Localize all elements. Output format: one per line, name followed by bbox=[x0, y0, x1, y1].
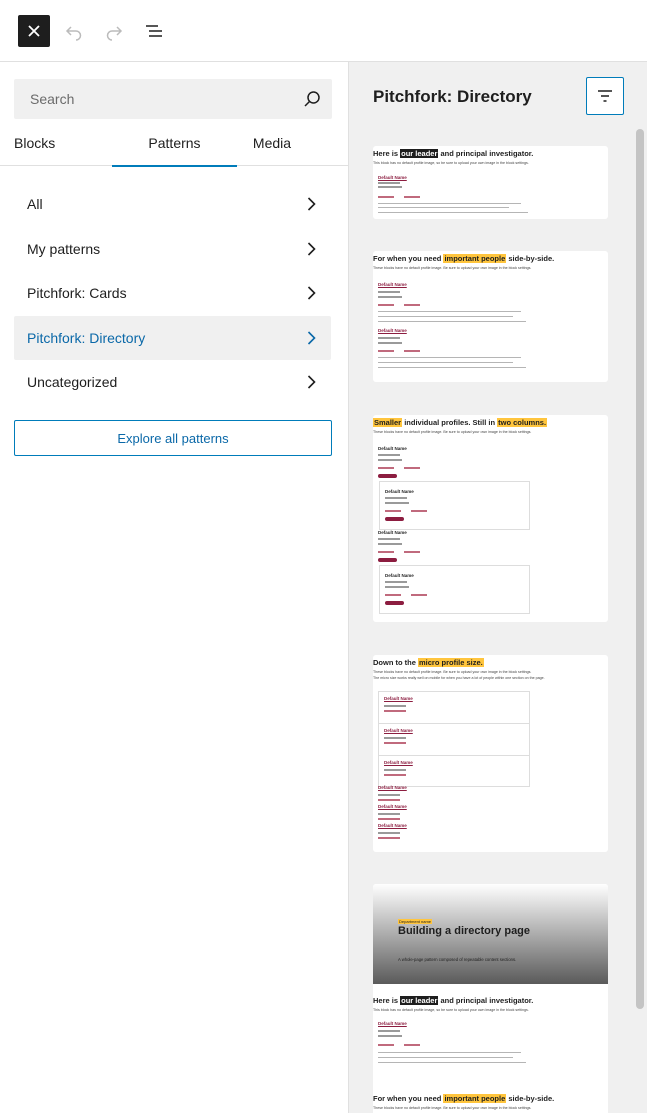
pattern-description: These blocks have no default profile ima… bbox=[373, 670, 532, 674]
undo-icon bbox=[65, 26, 82, 41]
pattern-description: This block has no default profile image,… bbox=[373, 1008, 529, 1012]
tab-blocks[interactable]: Blocks bbox=[0, 128, 112, 166]
pattern-description: These blocks have no default profile ima… bbox=[373, 1106, 532, 1110]
category-label: Pitchfork: Cards bbox=[27, 285, 127, 301]
chevron-right-icon bbox=[307, 330, 316, 345]
editor-toolbar bbox=[0, 0, 647, 62]
pattern-heading: Here is our leader and principal investi… bbox=[373, 149, 534, 158]
pattern-description: The micro size works really well on mobi… bbox=[373, 676, 545, 680]
profile-name: Default Name bbox=[378, 785, 407, 790]
tab-media[interactable]: Media bbox=[237, 128, 307, 166]
search-field[interactable] bbox=[14, 79, 332, 119]
category-title: Pitchfork: Directory bbox=[373, 87, 532, 106]
category-label: My patterns bbox=[27, 240, 101, 257]
filter-icon bbox=[598, 90, 612, 102]
profile-name: Default Name bbox=[378, 530, 407, 535]
category-item-uncategorized[interactable]: Uncategorized bbox=[14, 360, 331, 404]
profile-name: Default Name bbox=[378, 446, 407, 451]
chevron-right-icon bbox=[307, 286, 316, 300]
inserter-tabs: Blocks Patterns Media bbox=[0, 128, 348, 167]
pattern-heading: For when you need important people side-… bbox=[373, 254, 555, 263]
pattern-description: These blocks have no default profile ima… bbox=[373, 430, 532, 434]
chevron-right-icon bbox=[307, 241, 316, 256]
profile-name: Default Name bbox=[378, 328, 407, 333]
pattern-heading: Down to the micro profile size. bbox=[373, 658, 484, 667]
profile-name: Default Name bbox=[384, 728, 413, 733]
redo-icon bbox=[106, 26, 123, 41]
profile-name: Default Name bbox=[385, 573, 414, 578]
scrollbar[interactable] bbox=[636, 129, 644, 1009]
list-view-button[interactable] bbox=[138, 15, 170, 47]
pattern-description: These blocks have no default profile ima… bbox=[373, 266, 532, 270]
profile-name: Default Name bbox=[378, 1021, 407, 1026]
pattern-preview-panel: Pitchfork: Directory Here is our leader … bbox=[349, 62, 647, 1113]
chevron-right-icon bbox=[307, 375, 316, 389]
category-label: Uncategorized bbox=[27, 374, 118, 390]
pattern-card[interactable]: Smaller individual profiles. Still in tw… bbox=[373, 415, 608, 622]
hero-description: A whole-page pattern composed of repeata… bbox=[398, 957, 517, 962]
category-item-pitchfork-cards[interactable]: Pitchfork: Cards bbox=[14, 271, 331, 315]
profile-name: Default Name bbox=[378, 823, 407, 828]
hero-tag: Department name bbox=[398, 919, 433, 924]
pattern-card[interactable]: Here is our leader and principal investi… bbox=[373, 146, 608, 219]
chevron-right-icon bbox=[307, 197, 316, 211]
pattern-description: This block has no default profile image,… bbox=[373, 161, 529, 165]
profile-name: Default Name bbox=[378, 175, 407, 180]
tab-patterns[interactable]: Patterns bbox=[112, 128, 237, 167]
category-label: All bbox=[27, 196, 43, 212]
pattern-card[interactable]: For when you need important people side-… bbox=[373, 251, 608, 382]
pattern-heading: Smaller individual profiles. Still in tw… bbox=[373, 418, 548, 427]
category-item-my-patterns[interactable]: My patterns bbox=[14, 227, 331, 271]
redo-button[interactable] bbox=[98, 15, 130, 47]
profile-name: Default Name bbox=[378, 282, 407, 287]
pattern-category-list: All My patterns Pitchfork: Cards Pitchfo… bbox=[14, 182, 331, 405]
explore-all-patterns-button[interactable]: Explore all patterns bbox=[14, 420, 332, 456]
pattern-card[interactable]: Down to the micro profile size. These bl… bbox=[373, 655, 608, 852]
undo-button[interactable] bbox=[58, 15, 90, 47]
category-label: Pitchfork: Directory bbox=[27, 329, 146, 346]
filter-button[interactable] bbox=[586, 77, 624, 115]
list-view-icon bbox=[146, 25, 162, 37]
search-input[interactable] bbox=[14, 79, 294, 119]
hero-title: Building a directory page bbox=[398, 925, 531, 937]
profile-name: Default Name bbox=[378, 804, 407, 809]
category-item-all[interactable]: All bbox=[14, 182, 331, 226]
close-icon bbox=[28, 25, 40, 37]
pattern-card[interactable]: Department name Building a directory pag… bbox=[373, 884, 608, 1113]
search-icon bbox=[304, 91, 320, 107]
pattern-heading: For when you need important people side-… bbox=[373, 1094, 555, 1103]
category-item-pitchfork-directory[interactable]: Pitchfork: Directory bbox=[14, 315, 331, 360]
profile-name: Default Name bbox=[384, 760, 413, 765]
pattern-heading: Here is our leader and principal investi… bbox=[373, 996, 534, 1005]
inserter-panel: Blocks Patterns Media All My patterns Pi… bbox=[0, 62, 349, 1113]
profile-name: Default Name bbox=[385, 489, 414, 494]
profile-name: Default Name bbox=[384, 696, 413, 701]
close-button[interactable] bbox=[18, 15, 50, 47]
